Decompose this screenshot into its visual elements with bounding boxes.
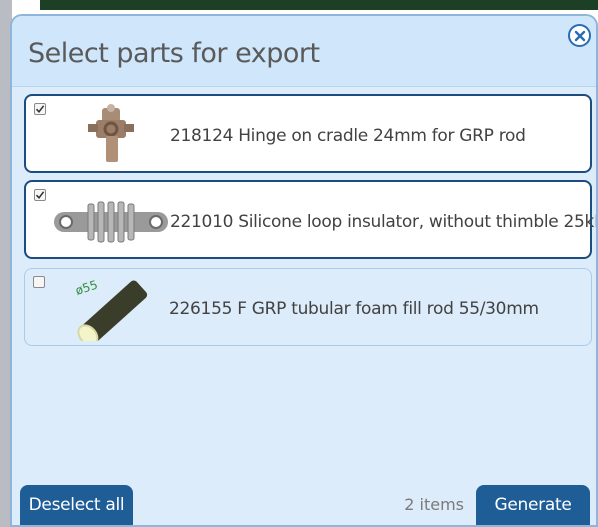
- selected-count: 2 items: [404, 495, 464, 514]
- hinge-cradle-image: [88, 104, 134, 162]
- diameter-badge: ø55: [74, 278, 100, 298]
- dialog-title: Select parts for export: [28, 38, 320, 69]
- generate-button[interactable]: Generate: [476, 485, 590, 525]
- dialog-header: Select parts for export: [12, 16, 596, 87]
- list-item[interactable]: 218124 Hinge on cradle 24mm for GRP rod: [24, 94, 592, 173]
- deselect-all-button[interactable]: Deselect all: [20, 485, 133, 525]
- dialog-footer: Deselect all 2 items Generate: [12, 475, 596, 525]
- item-checkbox[interactable]: [33, 276, 45, 288]
- background-header-strip: [40, 0, 598, 10]
- grp-rod-image: ø55: [74, 278, 148, 341]
- item-label: 218124 Hinge on cradle 24mm for GRP rod: [170, 126, 526, 146]
- item-label: 226155 F GRP tubular foam fill rod 55/30…: [169, 299, 539, 319]
- silicone-insulator-image: [54, 201, 168, 243]
- item-checkbox[interactable]: [34, 103, 46, 115]
- list-item[interactable]: 221010 Silicone loop insulator, without …: [24, 180, 596, 259]
- list-item[interactable]: ø55 226155 F GRP tubular foam fill rod 5…: [24, 268, 592, 346]
- item-label: 221010 Silicone loop insulator, without …: [170, 212, 598, 232]
- item-checkbox[interactable]: [34, 189, 46, 201]
- export-dialog: Select parts for export 218124 Hinge on …: [10, 14, 598, 527]
- close-icon[interactable]: [568, 24, 591, 47]
